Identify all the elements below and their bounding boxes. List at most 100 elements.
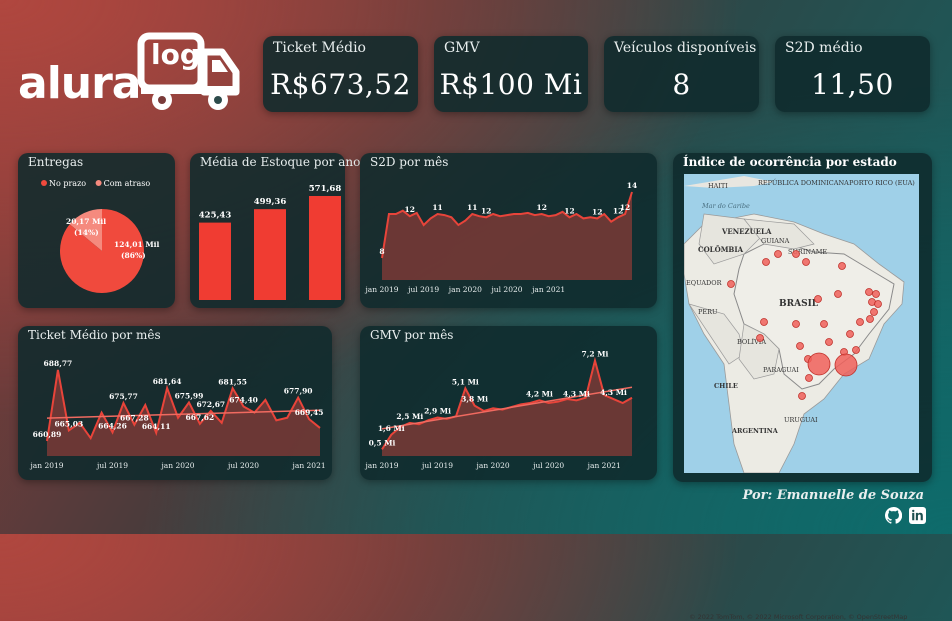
data-label: 1,6 Mi <box>378 424 405 433</box>
area-fill <box>47 369 320 456</box>
bar <box>199 222 231 300</box>
data-label: 5,1 Mi <box>452 377 479 386</box>
data-label: 660,89 <box>33 430 62 439</box>
data-label: 14 <box>627 181 637 190</box>
data-label: 7,2 Mi <box>582 350 609 359</box>
x-tick-label: jul 2019 <box>96 461 128 470</box>
legend-marker <box>95 180 102 186</box>
data-label: 4,3 Mi <box>600 388 627 397</box>
data-label: 669,45 <box>295 408 324 417</box>
x-tick-label: jan 2020 <box>448 285 482 294</box>
brazil-occurrence-map[interactable]: HAITI REPÚBLICA DOMINICANA PORTO RICO (E… <box>684 174 919 473</box>
x-tick-label: jul 2019 <box>421 461 453 470</box>
map-label: HAITI <box>708 182 728 190</box>
kpi-title: S2D médio <box>785 40 863 56</box>
panel-s2d: S2D por mês 8 12 11 11 12 12 12 12 12 12 14 jan 201… <box>360 153 657 308</box>
map-label: GUIANA <box>761 237 790 245</box>
pie-label: (86%) <box>121 251 146 260</box>
kpi-gmv: GMV R$100 Mi <box>434 36 588 112</box>
data-label: 4,3 Mi <box>563 389 590 398</box>
map-label: PARAGUAI <box>763 366 799 374</box>
map-label: COLÔMBIA <box>698 245 744 254</box>
legend-label: Com atraso <box>104 179 151 188</box>
panel-gmv: GMV por mês 0,5 Mi 1,6 Mi 2,5 Mi 2,9 Mi 5,1 … <box>360 326 657 480</box>
data-label: 675,77 <box>109 392 138 401</box>
data-label: 3,8 Mi <box>461 395 488 404</box>
data-label: 681,64 <box>153 377 182 386</box>
kpi-ticket-medio: Ticket Médio R$673,52 <box>263 36 418 112</box>
data-label: 664,11 <box>142 422 171 431</box>
area-fill <box>382 192 632 280</box>
data-label: 2,9 Mi <box>424 407 451 416</box>
s2d-chart: 812 11 11 12 12 12 12 121214jan 2019 jul 2019 jan… <box>364 181 637 294</box>
map-label: REPÚBLICA DOMINICANA <box>758 178 849 187</box>
data-label: 677,90 <box>284 387 313 396</box>
map-attribution: © 2022 TomTom, © 2022 Microsoft Corporat… <box>689 613 908 621</box>
map-label: EQUADOR <box>686 279 723 287</box>
map-label: VENEZUELA <box>721 227 772 236</box>
legend-marker <box>41 180 47 186</box>
map-label: Mar do Caribe <box>701 202 750 210</box>
data-label: 4,2 Mi <box>526 389 553 398</box>
gmv-chart: 0,5 Mi 1,6 Mi 2,5 Mi2,9 Mi 5,1 Mi 3,8 Mi 4,2 … <box>364 350 633 470</box>
data-label: 12 <box>405 205 415 214</box>
panel-map: Índice de ocorrência por estado HAITI RE… <box>673 153 932 621</box>
pie-label: 20,17 Mil <box>66 217 106 226</box>
entregas-chart: No prazo Com atraso 20,17 Mil (14%) 124,01 M… <box>41 179 159 293</box>
x-tick-label: jan 2019 <box>29 461 63 470</box>
kpi-s2d-medio: S2D médio 11,50 <box>775 36 930 112</box>
x-tick-label: jul 2020 <box>532 461 564 470</box>
linkedin-icon[interactable] <box>909 507 926 524</box>
kpi-title: Veículos disponíveis <box>614 40 757 56</box>
map-label: CHILE <box>714 382 738 390</box>
map-label: BRASIL <box>779 299 819 309</box>
data-label: 12 <box>592 207 602 216</box>
legend-label: No prazo <box>49 179 86 188</box>
data-label: 8 <box>379 247 384 256</box>
bar-label: 425,43 <box>199 211 232 221</box>
data-label: 665,03 <box>54 419 83 428</box>
data-label: 2,5 Mi <box>396 412 423 421</box>
x-tick-label: jan 2021 <box>587 461 621 470</box>
data-label: 12 <box>564 206 574 215</box>
data-label: 681,55 <box>218 377 247 386</box>
data-label: 12 <box>537 203 547 212</box>
map-label: URUGUAI <box>784 416 818 424</box>
data-label: 667,62 <box>186 413 215 422</box>
pie-label: (14%) <box>74 228 99 237</box>
x-tick-label: jan 2020 <box>160 461 194 470</box>
kpi-value: R$673,52 <box>270 68 411 101</box>
bar-label: 571,68 <box>309 184 342 194</box>
kpi-value: 11,50 <box>811 68 894 101</box>
github-icon[interactable] <box>884 506 903 524</box>
data-label: 0,5 Mi <box>369 438 396 447</box>
x-tick-label: jan 2020 <box>476 461 510 470</box>
x-tick-label: jul 2020 <box>490 285 522 294</box>
x-tick-label: jul 2019 <box>407 285 439 294</box>
bar <box>254 209 286 300</box>
estoque-chart: 425,43 499,36 571,68 <box>199 184 342 300</box>
x-tick-label: jan 2021 <box>531 285 565 294</box>
map-label: PORTO RICO (EUA) <box>849 179 915 187</box>
kpi-title: Ticket Médio <box>273 40 366 56</box>
kpi-value: R$100 Mi <box>439 68 583 101</box>
kpi-veiculos: Veículos disponíveis 8 <box>604 36 759 112</box>
brand-badge: log <box>151 38 200 71</box>
map-label: ARGENTINA <box>731 427 779 435</box>
map-label: PERU <box>698 308 718 316</box>
data-label: 12 <box>620 203 630 212</box>
data-label: 11 <box>432 203 442 212</box>
panel-estoque: Média de Estoque por ano 425,43 499,36 571… <box>190 153 360 308</box>
kpi-title: GMV <box>444 40 480 56</box>
author-signature: Por: Emanuelle de Souza <box>742 488 924 503</box>
map-title: Índice de ocorrência por estado <box>683 155 897 169</box>
x-tick-label: jan 2019 <box>364 461 398 470</box>
data-label: 11 <box>467 203 477 212</box>
panel-entregas: Entregas No prazo Com atraso 20,17 Mil (14%… <box>18 153 175 308</box>
bar <box>309 196 341 300</box>
x-tick-label: jan 2019 <box>364 285 398 294</box>
kpi-value: 8 <box>672 68 691 101</box>
data-label: 12 <box>481 206 491 215</box>
data-label: 672,67 <box>196 400 225 409</box>
data-label: 664,26 <box>98 421 127 430</box>
